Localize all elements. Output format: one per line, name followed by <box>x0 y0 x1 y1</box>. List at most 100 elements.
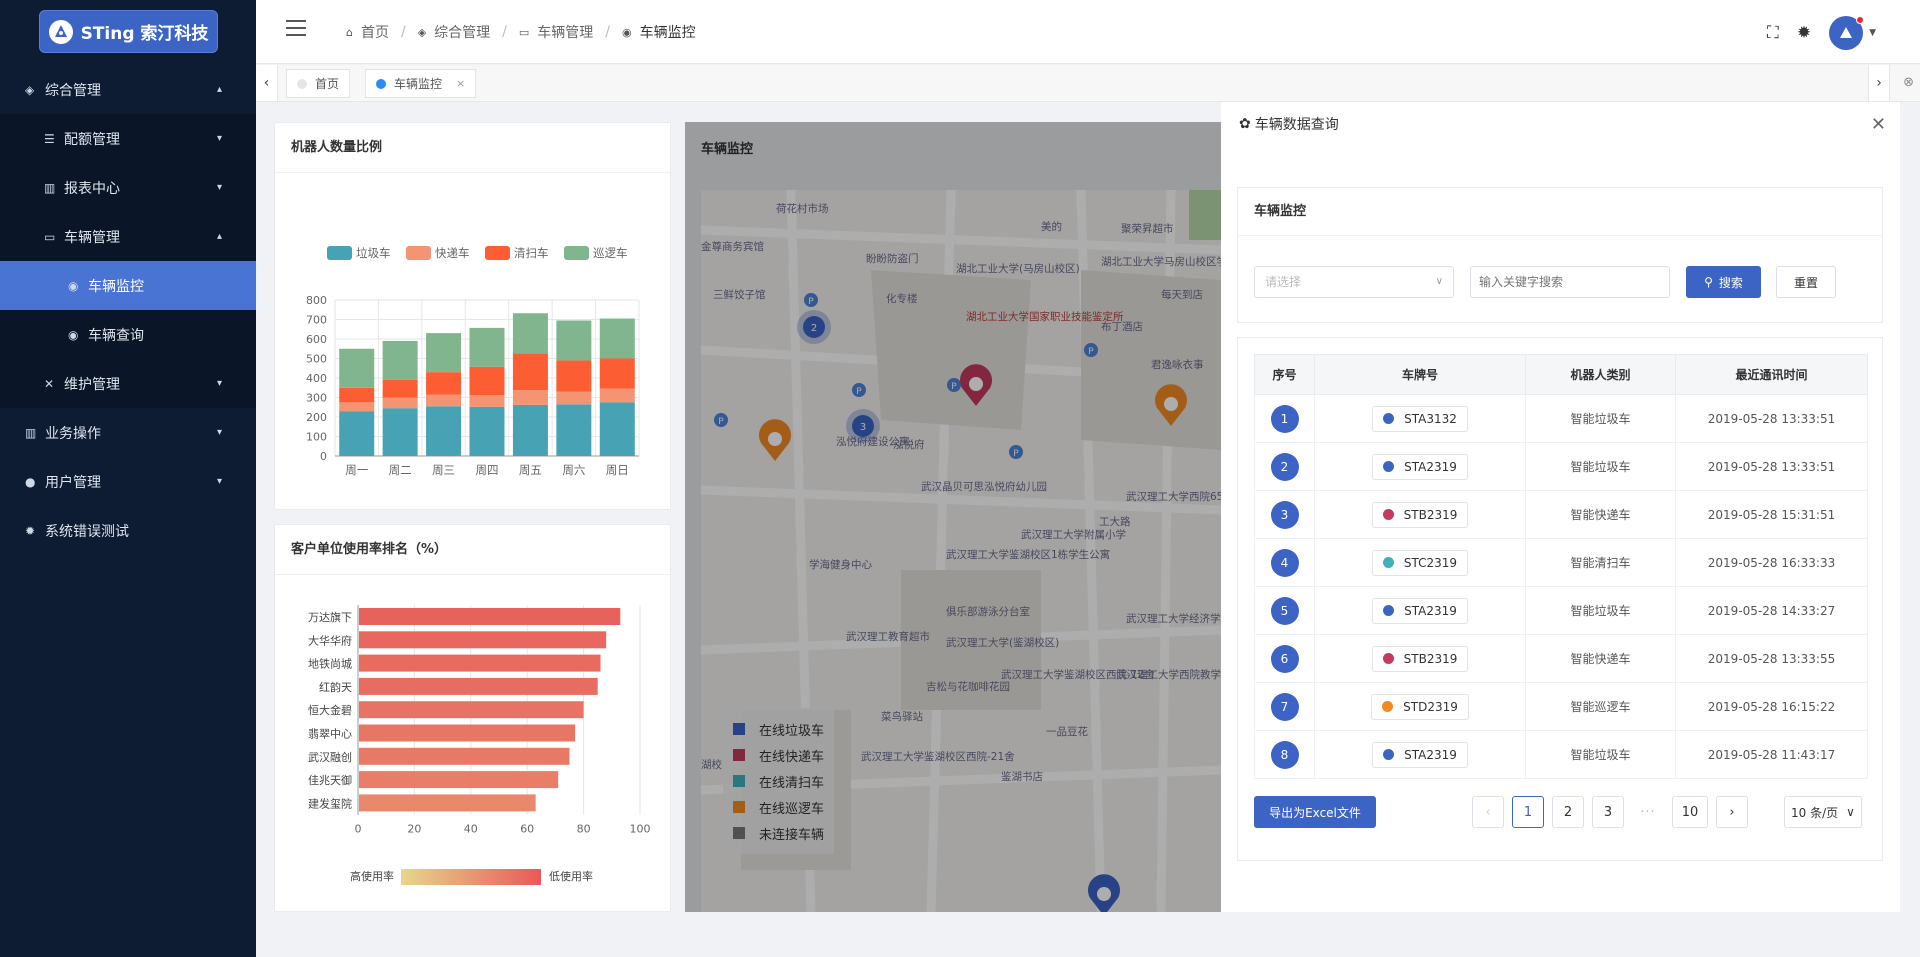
sidebar-item-business[interactable]: ▥ 业务操作 ▾ <box>0 408 256 457</box>
avatar[interactable] <box>1829 16 1865 50</box>
close-all-tabs-icon[interactable]: ⊗ <box>1903 75 1914 90</box>
sidebar-item-error-test[interactable]: ✹ 系统错误测试 <box>0 506 256 555</box>
app-logo[interactable]: STing 索汀科技 <box>39 10 218 53</box>
caret-down-icon[interactable]: ▼ <box>1869 28 1876 38</box>
tabs-scroll-right-icon[interactable]: › <box>1868 65 1890 101</box>
type-select[interactable]: 请选择 ∨ <box>1254 266 1454 298</box>
hbar[interactable] <box>359 724 576 742</box>
bar-segment[interactable] <box>556 320 592 361</box>
page-size-select[interactable]: 10 条/页 ∨ <box>1784 796 1862 828</box>
legend-swatch[interactable] <box>327 246 352 260</box>
legend-label[interactable]: 巡逻车 <box>593 246 628 260</box>
bar-segment[interactable] <box>512 313 548 354</box>
bar-segment[interactable] <box>599 388 635 403</box>
plate-tag[interactable]: STB2319 <box>1371 501 1469 528</box>
bar-segment[interactable] <box>339 402 375 412</box>
sidebar-item-quota[interactable]: ☰ 配额管理 ▾ <box>0 114 256 163</box>
search-button[interactable]: ⚲ 搜索 <box>1686 266 1761 298</box>
table-row[interactable]: 2 STA2319 智能垃圾车 2019-05-28 13:33:51 <box>1254 442 1868 491</box>
plate-tag[interactable]: STA2319 <box>1372 741 1468 768</box>
prev-page-button[interactable]: ‹ <box>1472 796 1504 828</box>
plate-tag[interactable]: STA3132 <box>1372 405 1468 432</box>
bar-segment[interactable] <box>556 391 592 405</box>
plate-tag[interactable]: STA2319 <box>1372 597 1468 624</box>
table-row[interactable]: 1 STA3132 智能垃圾车 2019-05-28 13:33:51 <box>1254 394 1868 443</box>
bar-segment[interactable] <box>469 395 505 407</box>
legend-label[interactable]: 快递车 <box>435 246 470 260</box>
legend-label[interactable]: 清扫车 <box>514 246 549 260</box>
table-row[interactable]: 3 STB2319 智能快递车 2019-05-28 15:31:51 <box>1254 490 1868 539</box>
bar-segment[interactable] <box>426 333 462 373</box>
visual-map-gradient[interactable] <box>401 869 541 885</box>
bar-segment[interactable] <box>469 327 505 367</box>
bar-segment[interactable] <box>556 360 592 392</box>
bar-segment[interactable] <box>469 366 505 396</box>
plate-tag[interactable]: STD2319 <box>1371 693 1469 720</box>
sidebar-item-vehicle-monitor[interactable]: ◉ 车辆监控 <box>0 261 256 310</box>
page-button[interactable]: 10 <box>1672 796 1708 828</box>
table-row[interactable]: 6 STB2319 智能快递车 2019-05-28 13:33:55 <box>1254 634 1868 683</box>
sidebar-item-comprehensive[interactable]: ◈ 综合管理 ▴ <box>0 65 256 114</box>
hbar[interactable] <box>359 608 621 625</box>
sidebar-item-users[interactable]: ● 用户管理 ▾ <box>0 457 256 506</box>
tabs-scroll-left-icon[interactable]: ‹ <box>256 65 278 101</box>
tab-vehicle-monitor[interactable]: 车辆监控 × <box>365 69 477 98</box>
bar-segment[interactable] <box>339 411 375 456</box>
legend-swatch[interactable] <box>485 246 510 260</box>
breadcrumb-item-vehicles[interactable]: 车辆管理 <box>537 22 593 42</box>
bar-segment[interactable] <box>382 340 418 380</box>
bug-icon[interactable]: ✹ <box>1797 23 1811 43</box>
bar-segment[interactable] <box>426 406 462 456</box>
bar-segment[interactable] <box>556 404 592 456</box>
sidebar-item-vehicle-query[interactable]: ◉ 车辆查询 <box>0 310 256 359</box>
hbar[interactable] <box>359 677 598 695</box>
plate-tag[interactable]: STA2319 <box>1372 453 1468 480</box>
bar-segment[interactable] <box>512 390 548 405</box>
export-excel-button[interactable]: 导出为Excel文件 <box>1254 796 1376 828</box>
legend-swatch[interactable] <box>564 246 589 260</box>
hbar[interactable] <box>359 794 536 812</box>
bar-segment[interactable] <box>469 406 505 456</box>
table-row[interactable]: 5 STA2319 智能垃圾车 2019-05-28 14:33:27 <box>1254 586 1868 635</box>
hbar[interactable] <box>359 701 584 719</box>
table-row[interactable]: 8 STA2319 智能垃圾车 2019-05-28 11:43:17 <box>1254 730 1868 779</box>
sidebar-item-maintenance[interactable]: ✕ 维护管理 ▾ <box>0 359 256 408</box>
hbar[interactable] <box>359 747 570 765</box>
bar-segment[interactable] <box>599 402 635 456</box>
legend-swatch[interactable] <box>406 246 431 260</box>
sidebar-item-vehicles[interactable]: ▭ 车辆管理 ▴ <box>0 212 256 261</box>
bar-segment[interactable] <box>382 379 418 398</box>
bar-segment[interactable] <box>599 318 635 359</box>
keyword-input[interactable] <box>1470 266 1670 298</box>
hbar[interactable] <box>359 771 559 789</box>
table-row[interactable]: 7 STD2319 智能巡逻车 2019-05-28 16:15:22 <box>1254 682 1868 731</box>
sidebar-item-reports[interactable]: ▥ 报表中心 ▾ <box>0 163 256 212</box>
breadcrumb-item-comprehensive[interactable]: 综合管理 <box>434 22 490 42</box>
bar-segment[interactable] <box>426 372 462 395</box>
close-icon[interactable]: × <box>456 77 465 90</box>
drawer-mask[interactable] <box>685 122 1221 912</box>
bar-segment[interactable] <box>339 348 375 388</box>
menu-toggle-icon[interactable] <box>286 20 306 36</box>
hbar[interactable] <box>359 654 601 672</box>
next-page-button[interactable]: › <box>1716 796 1748 828</box>
fullscreen-icon[interactable]: ⛶ <box>1767 23 1779 43</box>
page-ellipsis[interactable]: ··· <box>1632 796 1664 828</box>
bar-segment[interactable] <box>512 353 548 391</box>
bar-segment[interactable] <box>339 387 375 403</box>
legend-label[interactable]: 垃圾车 <box>356 246 391 260</box>
breadcrumb-item-home[interactable]: 首页 <box>361 22 389 42</box>
plate-tag[interactable]: STB2319 <box>1371 645 1469 672</box>
reset-button[interactable]: 重置 <box>1776 266 1836 298</box>
bar-segment[interactable] <box>382 397 418 409</box>
page-button[interactable]: 1 <box>1512 796 1544 828</box>
tab-home[interactable]: 首页 <box>286 69 351 98</box>
bar-segment[interactable] <box>599 358 635 389</box>
page-button[interactable]: 2 <box>1552 796 1584 828</box>
bar-segment[interactable] <box>382 408 418 456</box>
bar-segment[interactable] <box>512 404 548 456</box>
close-icon[interactable]: ✕ <box>1871 114 1886 135</box>
table-row[interactable]: 4 STC2319 智能清扫车 2019-05-28 16:33:33 <box>1254 538 1868 587</box>
bar-segment[interactable] <box>426 394 462 407</box>
page-button[interactable]: 3 <box>1592 796 1624 828</box>
